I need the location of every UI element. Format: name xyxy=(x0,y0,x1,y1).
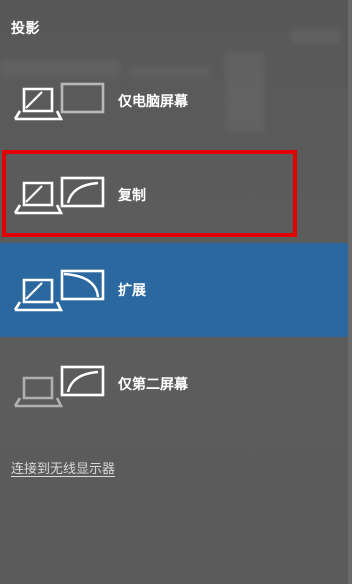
panel-title: 投影 xyxy=(11,21,40,37)
extend-icon xyxy=(13,269,105,312)
option-pc-screen-only[interactable]: 仅电脑屏幕 xyxy=(0,54,352,148)
option-label: 仅电脑屏幕 xyxy=(118,94,188,110)
pc-screen-only-icon xyxy=(13,82,105,121)
background-blur-shape xyxy=(290,30,340,44)
option-label: 扩展 xyxy=(118,283,146,299)
option-label: 仅第二屏幕 xyxy=(118,377,188,393)
option-label: 复制 xyxy=(118,188,146,204)
connect-wireless-display-link[interactable]: 连接到无线显示器 xyxy=(11,458,115,477)
duplicate-icon xyxy=(13,176,105,215)
second-screen-only-icon xyxy=(13,365,105,408)
panel-edge xyxy=(348,0,352,584)
option-extend[interactable]: 扩展 xyxy=(0,243,352,337)
project-panel: 投影 仅电脑屏幕 复制 扩展 仅第二屏幕 连接到无线显示器 xyxy=(0,0,352,584)
option-second-screen-only[interactable]: 仅第二屏幕 xyxy=(0,337,352,431)
option-duplicate[interactable]: 复制 xyxy=(0,148,352,242)
